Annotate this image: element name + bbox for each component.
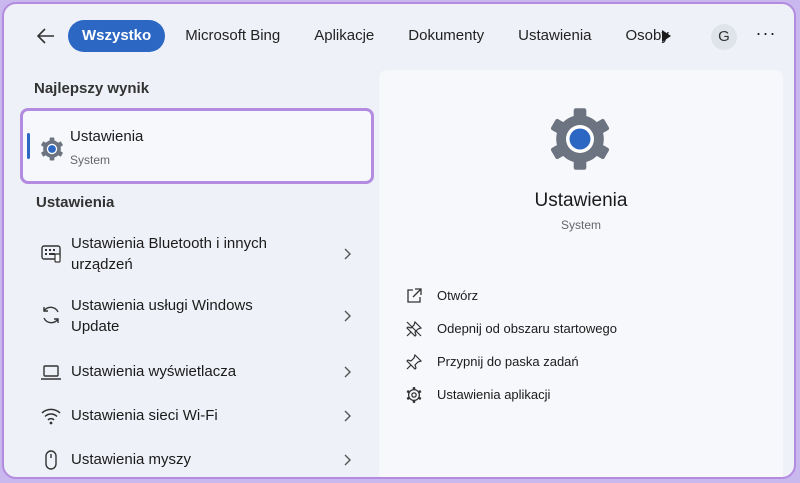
list-item-label: Ustawienia myszy — [71, 451, 192, 468]
more-options-button[interactable]: ··· — [752, 24, 780, 46]
app-settings-action-label: Ustawienia aplikacji — [437, 387, 551, 402]
app-settings-action[interactable]: Ustawienia aplikacji — [405, 383, 745, 407]
preview-title: Ustawienia — [534, 190, 628, 211]
pin-icon — [406, 353, 423, 370]
preview-subtitle: System — [560, 218, 601, 232]
list-item-bluetooth[interactable]: Ustawienia Bluetooth i innych urządzeń — [24, 228, 364, 276]
unpin-icon — [406, 320, 423, 337]
unpin-start-action[interactable]: Odepnij od obszaru startowego — [405, 317, 745, 341]
selection-indicator — [27, 133, 30, 159]
refresh-icon — [43, 306, 59, 324]
more-tabs-button[interactable] — [656, 26, 676, 46]
bluetooth-devices-icon — [41, 245, 61, 263]
play-icon — [662, 30, 671, 42]
pin-taskbar-action-label: Przypnij do paska zadań — [437, 354, 579, 369]
chevron-right-icon — [344, 410, 351, 422]
open-action-label: Otwórz — [437, 288, 479, 303]
results-list: Najlepszy wynik Ustawienia System Ustawi… — [20, 66, 376, 477]
best-match-item[interactable]: Ustawienia System — [20, 108, 374, 184]
arrow-left-icon — [36, 28, 54, 44]
chevron-right-icon — [344, 310, 351, 322]
list-item-wifi[interactable]: Ustawienia sieci Wi-Fi — [24, 400, 364, 432]
wifi-icon — [41, 408, 61, 425]
avatar[interactable]: G — [711, 24, 737, 50]
tab-microsoft-bing[interactable]: Microsoft Bing — [171, 20, 294, 52]
back-button[interactable] — [32, 22, 60, 50]
open-external-icon — [407, 288, 422, 303]
preview-panel: Ustawienia System Otwórz Odepnij od obsz… — [379, 70, 783, 477]
list-item-windows-update[interactable]: Ustawienia usługi Windows Update — [24, 290, 364, 338]
top-bar: Wszystko Microsoft Bing Aplikacje Dokume… — [4, 4, 794, 66]
best-match-title: Ustawienia — [70, 128, 144, 145]
chevron-right-icon — [344, 454, 351, 466]
chevron-right-icon — [344, 366, 351, 378]
best-match-subtitle: System — [70, 153, 111, 167]
list-item-display[interactable]: Ustawienia wyświetlacza — [24, 356, 364, 388]
laptop-icon — [41, 365, 61, 380]
best-match-heading: Najlepszy wynik — [34, 80, 150, 97]
gear-icon — [550, 108, 610, 170]
tab-apps[interactable]: Aplikacje — [300, 20, 388, 52]
list-item-mouse[interactable]: Ustawienia myszy — [24, 444, 364, 476]
settings-section-heading: Ustawienia — [36, 194, 115, 211]
pin-taskbar-action[interactable]: Przypnij do paska zadań — [405, 350, 745, 374]
tab-settings[interactable]: Ustawienia — [504, 20, 605, 52]
list-item-label: Ustawienia wyświetlacza — [71, 363, 237, 380]
open-action[interactable]: Otwórz — [405, 284, 745, 308]
settings-icon — [406, 387, 422, 403]
tab-all[interactable]: Wszystko — [68, 20, 166, 52]
list-item-label: Ustawienia usługi Windows Update — [71, 297, 253, 335]
tab-documents[interactable]: Dokumenty — [394, 20, 498, 52]
list-item-label: Ustawienia Bluetooth i innych urządzeń — [71, 235, 267, 273]
filter-tabs: Wszystko Microsoft Bing Aplikacje Dokume… — [68, 20, 689, 52]
unpin-start-action-label: Odepnij od obszaru startowego — [437, 321, 617, 336]
chevron-right-icon — [344, 248, 351, 260]
search-window: Wszystko Microsoft Bing Aplikacje Dokume… — [2, 2, 796, 479]
mouse-icon — [45, 450, 57, 470]
list-item-label: Ustawienia sieci Wi-Fi — [71, 407, 218, 424]
gear-icon — [41, 137, 63, 161]
